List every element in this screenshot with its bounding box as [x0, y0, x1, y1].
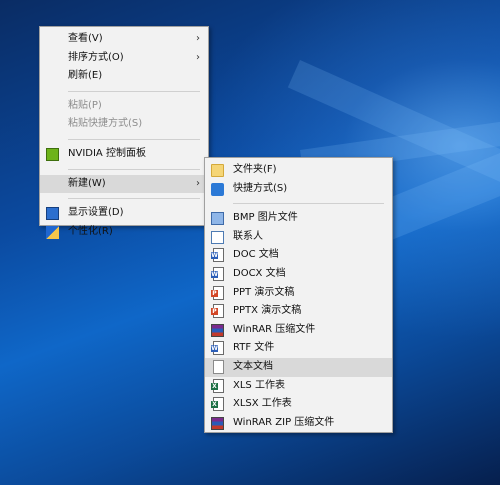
ppt-file-icon: P	[211, 285, 224, 300]
submenu-item-folder[interactable]: 文件夹(F)	[205, 161, 392, 180]
submenu-item-winrar-zip[interactable]: WinRAR ZIP 压缩文件	[205, 414, 392, 433]
menu-item-label: 联系人	[233, 230, 263, 242]
doc-tag: W	[211, 270, 218, 278]
menu-item-label: NVIDIA 控制面板	[68, 147, 146, 159]
menu-item-label: WinRAR ZIP 压缩文件	[233, 416, 335, 428]
winrar-zip-icon	[211, 416, 224, 430]
rtf-tag: W	[211, 345, 218, 353]
menu-separator	[68, 138, 200, 140]
submenu-item-pptx[interactable]: P PPTX 演示文稿	[205, 302, 392, 321]
submenu-item-ppt[interactable]: P PPT 演示文稿	[205, 284, 392, 303]
submenu-item-xls[interactable]: X XLS 工作表	[205, 377, 392, 396]
menu-item-label: 粘贴(P)	[68, 99, 102, 111]
menu-item-new[interactable]: 新建(W) ›	[40, 174, 208, 194]
doc-file-icon: W	[211, 248, 224, 263]
menu-item-label: DOCX 文档	[233, 267, 286, 279]
submenu-item-docx[interactable]: W DOCX 文档	[205, 265, 392, 284]
menu-item-label: PPT 演示文稿	[233, 286, 295, 298]
ppt-tag: P	[211, 289, 218, 297]
menu-item-label: DOC 文档	[233, 249, 279, 261]
menu-item-label: WinRAR 压缩文件	[233, 323, 316, 335]
text-file-icon	[213, 359, 224, 374]
menu-item-label: 粘贴快捷方式(S)	[68, 118, 143, 130]
menu-item-display-settings[interactable]: 显示设置(D)	[40, 204, 208, 223]
menu-separator	[68, 198, 200, 200]
chevron-right-icon: ›	[196, 177, 200, 189]
menu-separator	[68, 90, 200, 92]
xls-tag: X	[211, 401, 218, 409]
menu-item-refresh[interactable]: 刷新(E)	[40, 67, 208, 86]
submenu-item-doc[interactable]: W DOC 文档	[205, 246, 392, 265]
menu-item-personalize[interactable]: 个性化(R)	[40, 223, 208, 242]
contact-icon	[211, 230, 224, 244]
ppt-tag: P	[211, 308, 218, 316]
menu-item-label: 文件夹(F)	[233, 164, 277, 175]
new-submenu: 文件夹(F) 快捷方式(S) BMP 图片文件 联系人 W DOC 文档 W D…	[204, 157, 393, 433]
submenu-item-winrar[interactable]: WinRAR 压缩文件	[205, 321, 392, 340]
menu-item-label: XLS 工作表	[233, 379, 285, 391]
menu-item-label: PPTX 演示文稿	[233, 305, 302, 317]
menu-item-label: 新建(W)	[68, 177, 106, 189]
nvidia-icon	[46, 147, 59, 161]
menu-item-label: 文本文档	[233, 360, 273, 372]
menu-item-paste-shortcut[interactable]: 粘贴快捷方式(S)	[40, 115, 208, 134]
menu-item-sort-by[interactable]: 排序方式(O) ›	[40, 49, 208, 68]
menu-item-label: 个性化(R)	[68, 225, 113, 237]
submenu-item-xlsx[interactable]: X XLSX 工作表	[205, 395, 392, 414]
menu-item-label: 显示设置(D)	[68, 207, 124, 219]
bmp-file-icon	[211, 212, 224, 226]
desktop-context-menu: 查看(V) › 排序方式(O) › 刷新(E) 粘贴(P) 粘贴快捷方式(S) …	[39, 26, 209, 239]
menu-item-paste[interactable]: 粘贴(P)	[40, 97, 208, 116]
submenu-item-text-document[interactable]: 文本文档	[205, 357, 392, 377]
menu-item-nvidia-control-panel[interactable]: NVIDIA 控制面板	[40, 145, 208, 164]
rtf-file-icon: W	[211, 341, 224, 356]
doc-tag: W	[211, 252, 218, 260]
menu-item-label: 快捷方式(S)	[233, 182, 288, 194]
menu-separator	[233, 203, 384, 205]
menu-separator	[68, 168, 200, 170]
chevron-right-icon: ›	[196, 33, 200, 44]
winrar-icon	[211, 323, 224, 337]
menu-item-label: RTF 文件	[233, 342, 275, 354]
folder-icon	[211, 164, 224, 177]
pptx-file-icon: P	[211, 304, 224, 319]
personalize-icon	[46, 225, 59, 239]
menu-item-label: 排序方式(O)	[68, 51, 124, 63]
xlsx-file-icon: X	[211, 397, 224, 412]
menu-item-label: 刷新(E)	[68, 70, 103, 82]
docx-file-icon: W	[211, 266, 224, 281]
menu-item-label: BMP 图片文件	[233, 212, 298, 224]
chevron-right-icon: ›	[196, 51, 200, 63]
menu-item-label: XLSX 工作表	[233, 398, 292, 410]
xls-tag: X	[211, 382, 218, 390]
xls-file-icon: X	[211, 378, 224, 393]
shortcut-icon	[211, 182, 224, 196]
submenu-item-bmp[interactable]: BMP 图片文件	[205, 209, 392, 228]
display-settings-icon	[46, 207, 59, 221]
menu-item-label: 查看(V)	[68, 33, 103, 44]
submenu-item-rtf[interactable]: W RTF 文件	[205, 339, 392, 358]
submenu-item-shortcut[interactable]: 快捷方式(S)	[205, 180, 392, 199]
submenu-item-contact[interactable]: 联系人	[205, 228, 392, 247]
menu-item-view[interactable]: 查看(V) ›	[40, 30, 208, 49]
